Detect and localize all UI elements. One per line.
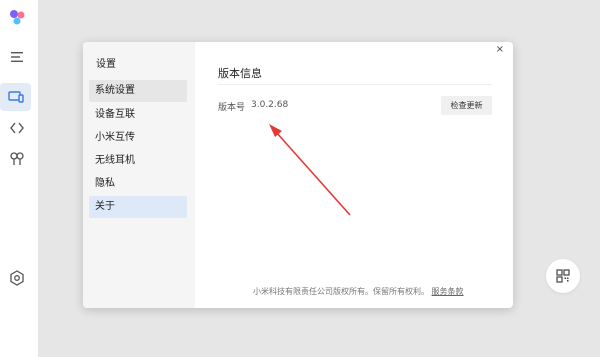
- annotation-arrow: [269, 124, 351, 216]
